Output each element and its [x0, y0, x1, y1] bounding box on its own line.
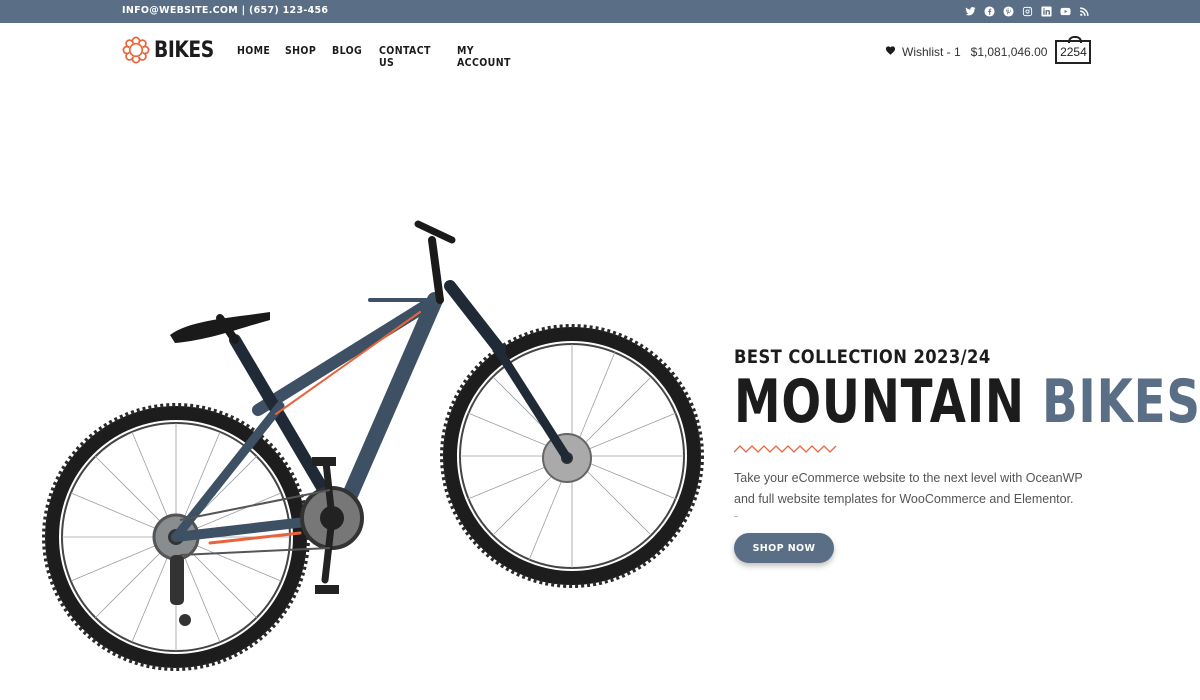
cart-bag-icon[interactable]: 2254 [1055, 36, 1092, 64]
social-links [964, 4, 1090, 18]
zigzag-divider [734, 445, 837, 453]
twitter-icon[interactable] [964, 4, 976, 18]
front-wheel [440, 324, 704, 588]
gear-logo-icon [122, 36, 150, 64]
nav-blog[interactable]: BLOG [332, 45, 374, 69]
main-nav: HOME SHOP BLOG CONTACT US MY ACCOUNT [237, 45, 537, 69]
divider [734, 516, 738, 517]
site-header: BIKES HOME SHOP BLOG CONTACT US MY ACCOU… [0, 23, 1200, 81]
logo-text: BIKES [154, 37, 214, 63]
heart-icon[interactable] [885, 43, 896, 61]
mountain-bike-image [42, 220, 704, 671]
linkedin-icon[interactable] [1040, 4, 1052, 18]
wishlist-link[interactable]: Wishlist - 1 [902, 45, 961, 59]
pinterest-icon[interactable] [1002, 4, 1014, 18]
rss-icon[interactable] [1078, 4, 1090, 18]
hero-title-main: MOUNTAIN [734, 367, 1025, 437]
shop-now-button[interactable]: SHOP NOW [734, 533, 834, 563]
facebook-icon[interactable] [983, 4, 995, 18]
bike-frame [170, 220, 572, 545]
site-logo[interactable]: BIKES [122, 36, 224, 64]
nav-contact-us[interactable]: CONTACT US [379, 45, 449, 69]
top-bar: INFO@WEBSITE.COM | (657) 123-456 [0, 0, 1200, 23]
header-actions: Wishlist - 1 $1,081,046.00 2254 [885, 36, 1092, 64]
hero-content: BEST COLLECTION 2023/24 MOUNTAIN BIKES T… [734, 346, 1200, 563]
contact-info: INFO@WEBSITE.COM | (657) 123-456 [122, 5, 329, 16]
nav-my-account[interactable]: MY ACCOUNT [457, 45, 529, 69]
cart-total[interactable]: $1,081,046.00 [971, 45, 1048, 59]
instagram-icon[interactable] [1021, 4, 1033, 18]
hero-subtitle: BEST COLLECTION 2023/24 [734, 346, 991, 368]
hero-title-accent: BIKES [1041, 367, 1200, 437]
hero-description: Take your eCommerce website to the next … [734, 471, 1083, 506]
nav-home[interactable]: HOME [237, 45, 280, 69]
cart-count: 2254 [1060, 45, 1087, 59]
youtube-icon[interactable] [1059, 4, 1071, 18]
nav-shop[interactable]: SHOP [285, 45, 327, 69]
hero-title: MOUNTAIN BIKES [734, 367, 1200, 437]
